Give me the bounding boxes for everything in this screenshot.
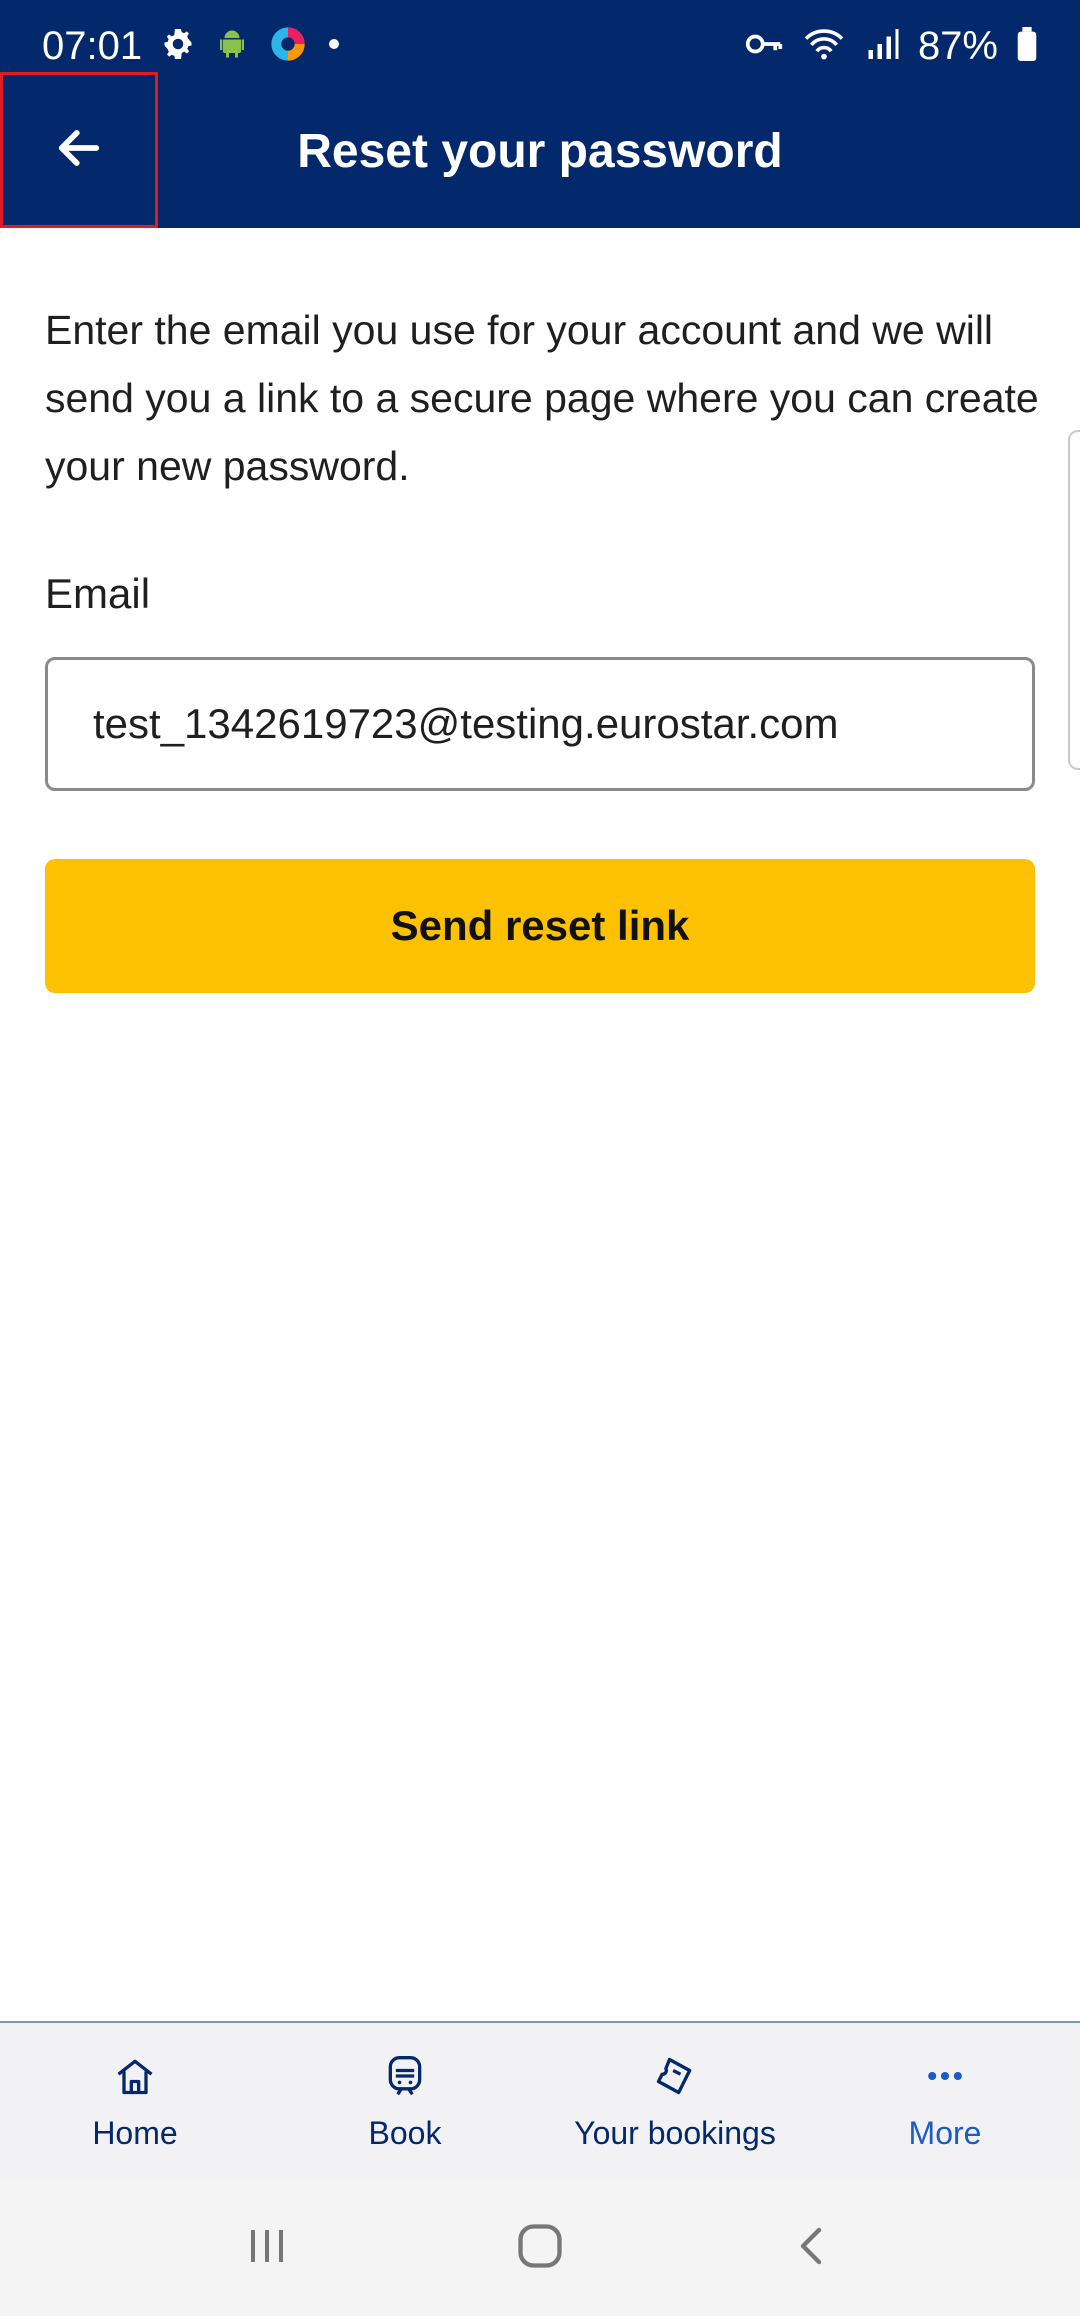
- wifi-icon: [802, 26, 846, 67]
- status-bar: 07:01 87%: [0, 0, 1080, 92]
- status-right: 87%: [744, 24, 1038, 69]
- send-reset-link-button[interactable]: Send reset link: [45, 859, 1035, 993]
- app-bar: Reset your password: [0, 72, 1080, 228]
- home-icon: [113, 2054, 157, 2103]
- nav-more-label: More: [908, 2115, 982, 2151]
- signal-icon: [864, 26, 900, 67]
- nav-your-bookings-label: Your bookings: [574, 2115, 776, 2151]
- android-icon: [214, 26, 250, 67]
- status-time: 07:01: [42, 23, 143, 68]
- system-nav-bar: [0, 2181, 1080, 2316]
- page-title: Reset your password: [297, 125, 783, 178]
- email-label: Email: [45, 570, 151, 617]
- nav-home[interactable]: Home: [0, 2023, 270, 2183]
- nav-more[interactable]: More: [810, 2023, 1080, 2183]
- battery-icon: [1016, 26, 1038, 66]
- dot-icon: [326, 36, 342, 57]
- recent-apps-button[interactable]: [207, 2199, 327, 2299]
- train-icon: [383, 2054, 427, 2103]
- recent-apps-icon: [243, 2222, 291, 2275]
- more-icon: [923, 2054, 967, 2103]
- key-icon: [744, 29, 784, 64]
- nav-your-bookings[interactable]: Your bookings: [540, 2023, 810, 2183]
- side-panel-handle[interactable]: [1068, 430, 1080, 770]
- battery-percent: 87%: [917, 23, 998, 68]
- ticket-icon: [653, 2054, 697, 2103]
- settings-icon: [160, 26, 196, 67]
- chevron-left-icon: [789, 2222, 837, 2275]
- app-icon: [268, 24, 308, 69]
- home-square-icon: [514, 2220, 566, 2277]
- email-field[interactable]: [45, 657, 1035, 791]
- back-system-button[interactable]: [753, 2199, 873, 2299]
- nav-book[interactable]: Book: [270, 2023, 540, 2183]
- nav-book-label: Book: [368, 2115, 442, 2151]
- bottom-nav: Home Book Your bookings More: [0, 2021, 1080, 2183]
- status-left: 07:01: [42, 24, 342, 69]
- description-text: Enter the email you use for your account…: [45, 307, 1039, 489]
- nav-home-label: Home: [92, 2115, 178, 2151]
- home-system-button[interactable]: [480, 2199, 600, 2299]
